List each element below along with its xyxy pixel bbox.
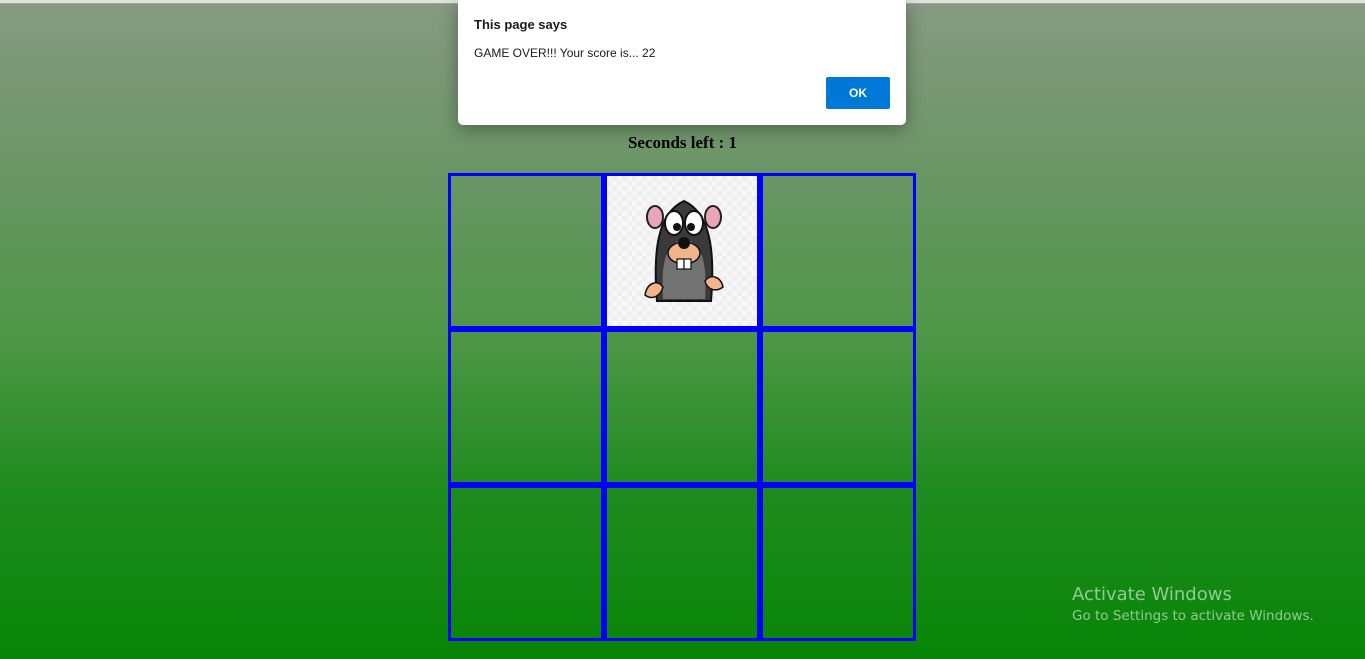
ok-button[interactable]: OK [826,77,890,109]
activate-windows-watermark: Activate Windows Go to Settings to activ… [1072,584,1314,624]
alert-dialog: This page says GAME OVER!!! Your score i… [458,0,906,125]
mole-icon[interactable] [637,183,731,303]
grid-cell-1[interactable] [448,173,604,329]
dialog-title: This page says [474,17,568,32]
dialog-message: GAME OVER!!! Your score is... 22 [474,46,656,60]
grid-cell-7[interactable] [448,485,604,641]
grid-cell-3[interactable] [760,173,916,329]
grid-cell-6[interactable] [760,329,916,485]
game-board [448,173,916,641]
grid-cell-5[interactable] [604,329,760,485]
grid-cell-2[interactable] [604,173,760,329]
grid-cell-8[interactable] [604,485,760,641]
watermark-subtitle: Go to Settings to activate Windows. [1072,608,1314,624]
watermark-title: Activate Windows [1072,584,1232,605]
seconds-left-label: Seconds left : 1 [627,133,738,152]
grid-cell-9[interactable] [760,485,916,641]
grid-cell-4[interactable] [448,329,604,485]
